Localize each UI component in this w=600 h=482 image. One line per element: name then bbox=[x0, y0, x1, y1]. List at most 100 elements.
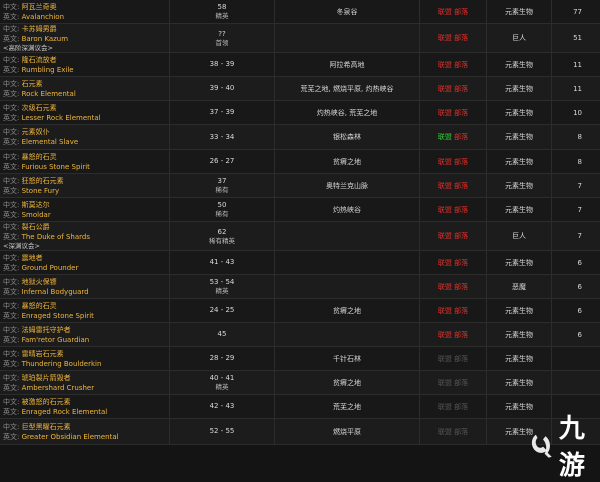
faction-cell: 联盟 部落 bbox=[420, 53, 487, 76]
name-zh-link[interactable]: 被激怒的石元素 bbox=[22, 398, 71, 406]
en-label: 英文: bbox=[3, 138, 20, 146]
table-row[interactable]: 中文: 雷晴岩石元素 英文: Thundering Boulderkin 28 - … bbox=[0, 347, 600, 371]
table-row[interactable]: 中文: 隆石流放者 英文: Rumbling Exile 38 - 39 阿拉希高地 联… bbox=[0, 53, 600, 77]
name-en-link[interactable]: Avalanchion bbox=[22, 13, 64, 21]
zone-link[interactable]: 灼热峡谷 bbox=[333, 205, 361, 215]
level-value: 45 bbox=[217, 330, 227, 338]
name-zh-link[interactable]: 石元素 bbox=[22, 80, 43, 88]
name-en-link[interactable]: Enraged Rock Elemental bbox=[22, 408, 108, 416]
table-row[interactable]: 中文: 琥珀裂片箭毁者 英文: Ambershard Crusher 40 - 41… bbox=[0, 371, 600, 395]
table-row[interactable]: 中文: 暴怒的石灵 英文: Enraged Stone Spirit 24 - 25… bbox=[0, 299, 600, 323]
table-row[interactable]: 中文: 石元素 英文: Rock Elemental 39 - 40 荒芜之地, 燃烧… bbox=[0, 77, 600, 101]
name-zh-link[interactable]: 狂怒的石元素 bbox=[22, 177, 64, 185]
level-cell: 62 稀有精英 bbox=[170, 222, 275, 250]
name-en-link[interactable]: Elemental Slave bbox=[22, 138, 79, 146]
table-row[interactable]: 中文: 裂石公爵 英文: The Duke of Shards <深渊议会> 62 稀有… bbox=[0, 222, 600, 251]
name-en-link[interactable]: Lesser Rock Elemental bbox=[22, 114, 101, 122]
en-label: 英文: bbox=[3, 35, 20, 43]
type-cell: 元素生物 bbox=[487, 299, 552, 322]
table-row[interactable]: 中文: 法姆雷托守护者 英文: Fam'retor Guardian 45 联盟 部落… bbox=[0, 323, 600, 347]
faction-reaction: 部落 bbox=[454, 60, 469, 69]
table-row[interactable]: 中文: 震地者 英文: Ground Pounder 41 - 43 联盟 部落 元素生… bbox=[0, 251, 600, 275]
name-en-link[interactable]: Ambershard Crusher bbox=[22, 384, 95, 392]
zone-link[interactable]: 奥特兰克山脉 bbox=[326, 181, 368, 191]
table-row[interactable]: 中文: 卡苏姆男爵 英文: Baron Kazum <高阶深渊议会>?? 首领 联盟 部… bbox=[0, 24, 600, 53]
name-cell: 中文: 狂怒的石元素 英文: Stone Fury bbox=[0, 174, 170, 197]
faction-cell: 联盟 部落 bbox=[420, 0, 487, 23]
creature-type: 元素生物 bbox=[505, 306, 533, 315]
creature-type: 元素生物 bbox=[505, 330, 533, 339]
name-zh-link[interactable]: 隆石流放者 bbox=[22, 56, 57, 64]
name-zh-link[interactable]: 暴怒的石灵 bbox=[22, 302, 57, 310]
zh-label: 中文: bbox=[3, 397, 20, 406]
zone-link[interactable]: 灼热峡谷, 荒芜之地 bbox=[317, 108, 377, 118]
faction-reaction: 部落 bbox=[454, 282, 469, 291]
faction-reaction: 联盟 bbox=[437, 427, 452, 436]
name-zh-link[interactable]: 次级石元素 bbox=[22, 104, 57, 112]
zone-link[interactable]: 燃烧平原 bbox=[333, 427, 361, 437]
zone-link[interactable]: 贫瘠之地 bbox=[333, 378, 361, 388]
name-en-link[interactable]: Rock Elemental bbox=[22, 90, 76, 98]
name-en-link[interactable]: Stone Fury bbox=[22, 187, 60, 195]
zone-link[interactable]: 荒芜之地 bbox=[333, 402, 361, 412]
zone-link[interactable]: 千针石林 bbox=[333, 354, 361, 364]
name-en-link[interactable]: Infernal Bodyguard bbox=[22, 288, 89, 296]
level-value: ?? bbox=[218, 29, 226, 38]
name-cell: 中文: 地狱火保镖 英文: Infernal Bodyguard bbox=[0, 275, 170, 298]
faction-reaction: 部落 bbox=[454, 157, 469, 166]
table-row[interactable]: 中文: 被激怒的石元素 英文: Enraged Rock Elemental 42 … bbox=[0, 395, 600, 419]
name-zh-link[interactable]: 卡苏姆男爵 bbox=[22, 25, 57, 33]
name-zh-link[interactable]: 暴怒的石灵 bbox=[22, 153, 57, 161]
table-row[interactable]: 中文: 地狱火保镖 英文: Infernal Bodyguard 53 - 54 精英… bbox=[0, 275, 600, 299]
name-zh-link[interactable]: 地狱火保镖 bbox=[22, 278, 57, 286]
name-zh-link[interactable]: 雷晴岩石元素 bbox=[22, 350, 64, 358]
name-en-link[interactable]: The Duke of Shards bbox=[22, 233, 90, 241]
zone-cell: 奥特兰克山脉 bbox=[275, 174, 420, 197]
table-row[interactable]: 中文: 狂怒的石元素 英文: Stone Fury 37 稀有 奥特兰克山脉 联盟 部落元… bbox=[0, 174, 600, 198]
zone-cell bbox=[275, 323, 420, 346]
zh-label: 中文: bbox=[3, 2, 20, 11]
name-en-link[interactable]: Fam'retor Guardian bbox=[22, 336, 90, 344]
table-row[interactable]: 中文: 元素奴仆 英文: Elemental Slave 33 - 34 银松森林 联盟… bbox=[0, 125, 600, 150]
name-en-link[interactable]: Enraged Stone Spirit bbox=[22, 312, 94, 320]
name-en-link[interactable]: Greater Obsidian Elemental bbox=[22, 433, 119, 441]
name-zh-link[interactable]: 巨型黑曜石元素 bbox=[22, 423, 71, 431]
name-en-link[interactable]: Smoldar bbox=[22, 211, 51, 219]
zh-label: 中文: bbox=[3, 373, 20, 382]
name-zh-link[interactable]: 元素奴仆 bbox=[22, 128, 50, 136]
faction-reaction: 联盟 bbox=[437, 34, 452, 42]
name-en-link[interactable]: Furious Stone Spirit bbox=[22, 163, 90, 171]
faction-reaction: 部落 bbox=[454, 34, 469, 42]
zone-cell bbox=[275, 24, 420, 52]
zone-link[interactable]: 冬泉谷 bbox=[337, 7, 358, 17]
name-zh-link[interactable]: 斯莫达尔 bbox=[22, 201, 50, 209]
zone-link[interactable]: 阿拉希高地 bbox=[330, 60, 365, 70]
level-cell: 42 - 43 bbox=[170, 395, 275, 418]
name-zh-link[interactable]: 阿瓦兰奇奥 bbox=[22, 3, 57, 11]
name-en-link[interactable]: Ground Pounder bbox=[22, 264, 79, 272]
name-zh-link[interactable]: 裂石公爵 bbox=[22, 223, 50, 231]
zone-link[interactable]: 贫瘠之地 bbox=[333, 157, 361, 167]
table-row[interactable]: 中文: 暴怒的石灵 英文: Furious Stone Spirit 26 - 27… bbox=[0, 150, 600, 174]
faction-reaction: 部落 bbox=[454, 427, 469, 436]
table-row[interactable]: 中文: 斯莫达尔 英文: Smoldar 50 稀有 灼热峡谷 联盟 部落 元素生物 7 bbox=[0, 198, 600, 222]
name-zh-link[interactable]: 法姆雷托守护者 bbox=[22, 326, 71, 334]
name-en-link[interactable]: Rumbling Exile bbox=[22, 66, 74, 74]
table-row[interactable]: 中文: 次级石元素 英文: Lesser Rock Elemental 37 - 3… bbox=[0, 101, 600, 125]
name-en-link[interactable]: Baron Kazum bbox=[22, 35, 68, 43]
count-value: 7 bbox=[577, 181, 582, 190]
type-cell: 巨人 bbox=[487, 222, 552, 250]
table-row[interactable]: 中文: 巨型黑曜石元素 英文: Greater Obsidian Elementa… bbox=[0, 419, 600, 445]
name-en-link[interactable]: Thundering Boulderkin bbox=[22, 360, 102, 368]
faction-reaction: 部落 bbox=[454, 354, 469, 363]
zone-link[interactable]: 荒芜之地, 燃烧平原, 灼热峡谷 bbox=[301, 84, 394, 94]
zh-label: 中文: bbox=[3, 55, 20, 64]
zone-link[interactable]: 贫瘠之地 bbox=[333, 306, 361, 316]
table-row[interactable]: 中文: 阿瓦兰奇奥 英文: Avalanchion 58 精英 冬泉谷 联盟 部落 元素生物… bbox=[0, 0, 600, 24]
name-zh-link[interactable]: 震地者 bbox=[22, 254, 43, 262]
zone-link[interactable]: 银松森林 bbox=[333, 132, 361, 142]
name-zh-link[interactable]: 琥珀裂片箭毁者 bbox=[22, 374, 71, 382]
faction-cell: 联盟 部落 bbox=[420, 101, 487, 124]
zone-cell: 贫瘠之地 bbox=[275, 299, 420, 322]
count-cell bbox=[552, 347, 600, 370]
